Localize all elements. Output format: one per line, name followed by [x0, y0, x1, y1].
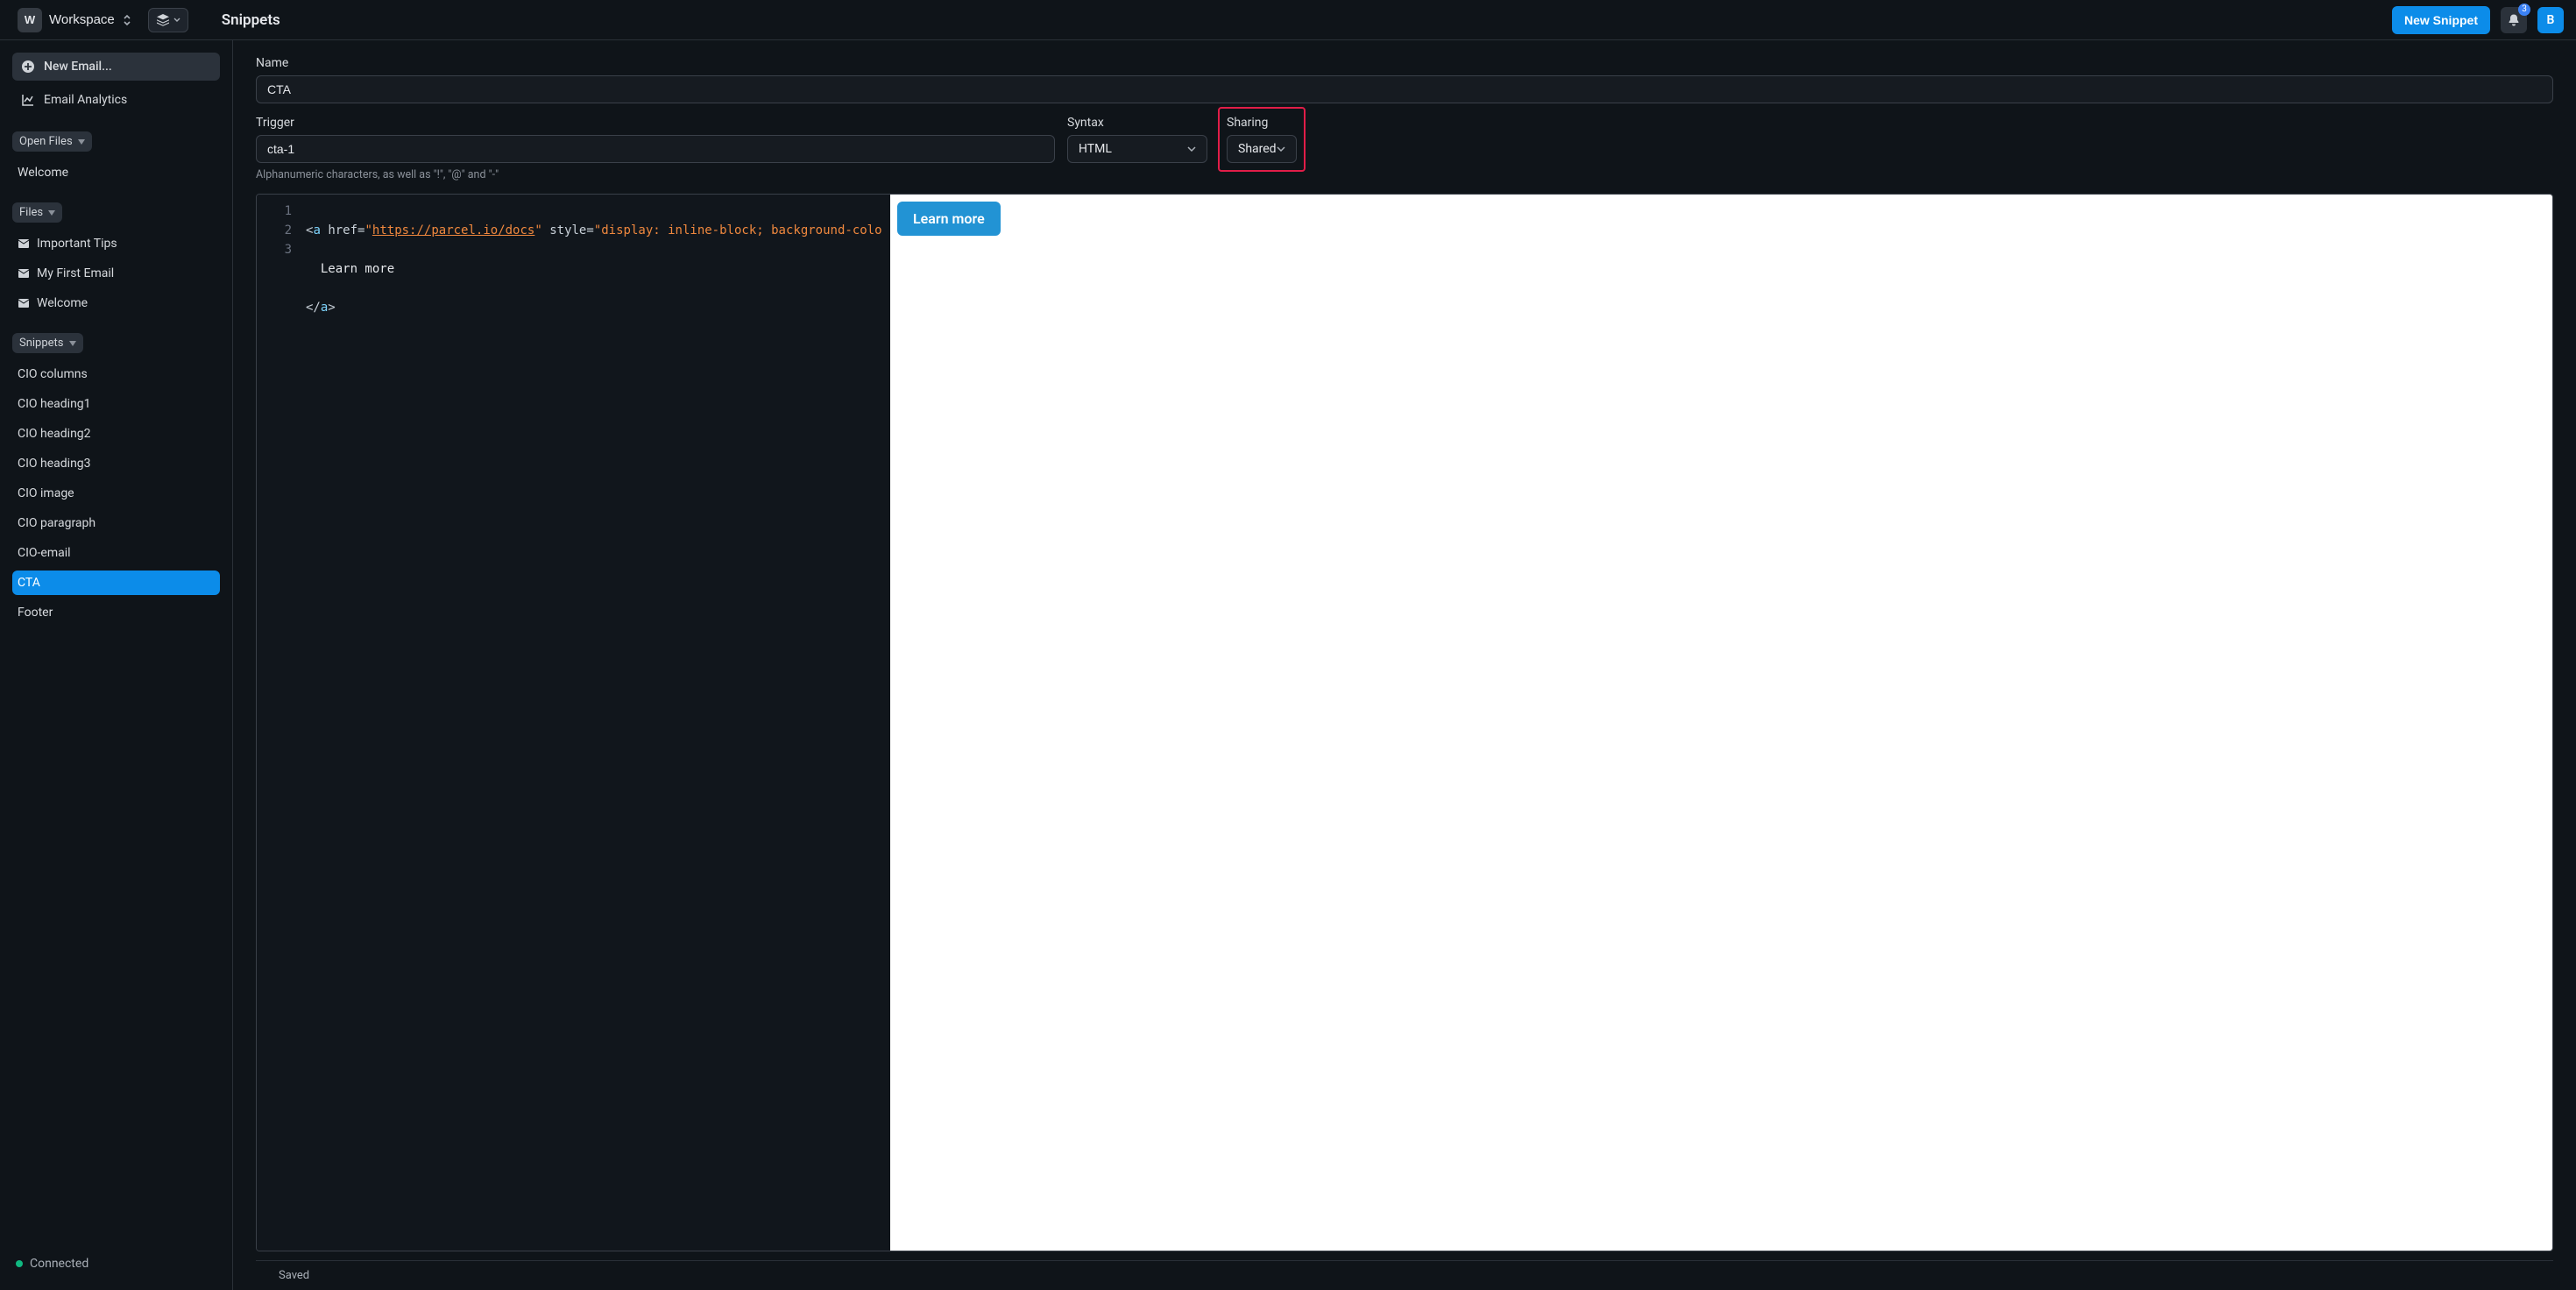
caret-down-icon: [48, 210, 55, 216]
layers-icon: [156, 14, 170, 26]
file-label: Important Tips: [37, 237, 117, 251]
open-file-label: Welcome: [18, 166, 68, 180]
snippet-label: CIO heading1: [18, 397, 91, 411]
new-email-label: New Email...: [44, 60, 112, 74]
workarea: 1 2 3 <a href="https://parcel.io/docs" s…: [256, 194, 2553, 1251]
workspace-badge: W: [18, 8, 42, 32]
sidebar-snippet[interactable]: CIO columns: [12, 362, 220, 386]
open-files-label: Open Files: [19, 135, 73, 148]
email-analytics-link[interactable]: Email Analytics: [12, 86, 220, 114]
connection-status: Connected: [12, 1250, 220, 1278]
file-label: My First Email: [37, 266, 114, 280]
trigger-input[interactable]: [256, 135, 1055, 163]
syntax-value: HTML: [1079, 142, 1112, 156]
sharing-highlight: Sharing Shared: [1218, 107, 1306, 172]
content: Name Trigger Alphanumeric characters, as…: [233, 40, 2576, 1290]
sidebar-snippet[interactable]: CIO paragraph: [12, 511, 220, 535]
chevron-down-icon: [1277, 146, 1285, 152]
sharing-select[interactable]: Shared: [1227, 135, 1297, 163]
code-content: <a href="https://parcel.io/docs" style="…: [306, 195, 889, 1251]
sharing-value: Shared: [1238, 142, 1277, 156]
snippets-section-header[interactable]: Snippets: [12, 333, 83, 353]
sidebar-snippet[interactable]: CIO heading3: [12, 451, 220, 476]
code-editor[interactable]: 1 2 3 <a href="https://parcel.io/docs" s…: [257, 195, 890, 1251]
file-label: Welcome: [37, 296, 88, 310]
preview-cta-button[interactable]: Learn more: [897, 202, 1001, 236]
snippet-label: CIO heading3: [18, 457, 91, 471]
snippet-label: CIO paragraph: [18, 516, 96, 530]
envelope-icon: [18, 267, 30, 280]
chart-icon: [21, 93, 35, 107]
line-number: 1: [264, 202, 292, 221]
bell-icon: [2507, 13, 2521, 27]
sidebar-snippet[interactable]: Footer: [12, 600, 220, 625]
sharing-field-label: Sharing: [1227, 116, 1297, 130]
snippet-label: CTA: [18, 576, 40, 590]
snippet-label: CIO heading2: [18, 427, 91, 441]
layers-button[interactable]: [148, 8, 188, 32]
files-section-header[interactable]: Files: [12, 202, 62, 223]
footer-status-bar: Saved: [256, 1260, 2553, 1290]
sidebar-open-file[interactable]: Welcome: [12, 160, 220, 185]
name-input[interactable]: [256, 75, 2553, 103]
new-snippet-button[interactable]: New Snippet: [2392, 6, 2490, 34]
sidebar-snippet[interactable]: CIO heading1: [12, 392, 220, 416]
save-status: Saved: [279, 1269, 309, 1282]
caret-down-icon: [78, 139, 85, 145]
snippet-label: CIO image: [18, 486, 74, 500]
topbar: W Workspace Snippets New Snippet 3 B: [0, 0, 2576, 40]
caret-down-icon: [69, 341, 76, 346]
workspace-name: Workspace: [49, 12, 115, 27]
files-label: Files: [19, 206, 43, 219]
notification-count-badge: 3: [2518, 4, 2530, 16]
sidebar-snippet[interactable]: CIO image: [12, 481, 220, 506]
sidebar-snippet-active[interactable]: CTA: [12, 571, 220, 595]
sidebar: New Email... Email Analytics Open Files …: [0, 40, 233, 1290]
line-number-gutter: 1 2 3: [257, 195, 306, 1251]
name-field-label: Name: [256, 56, 2553, 70]
sidebar-file[interactable]: Important Tips: [12, 231, 220, 256]
trigger-hint: Alphanumeric characters, as well as "!",…: [256, 168, 1055, 181]
new-email-button[interactable]: New Email...: [12, 53, 220, 81]
workspace-switcher[interactable]: W Workspace: [12, 4, 138, 36]
open-files-section-header[interactable]: Open Files: [12, 131, 92, 152]
preview-pane: Learn more: [890, 195, 2552, 1251]
notifications-button[interactable]: 3: [2501, 7, 2527, 33]
trigger-field-label: Trigger: [256, 116, 1055, 130]
snippet-label: Footer: [18, 606, 53, 620]
status-dot-icon: [16, 1260, 23, 1267]
avatar-button[interactable]: B: [2537, 7, 2564, 33]
plus-circle-icon: [21, 60, 35, 74]
chevron-down-icon: [1187, 146, 1196, 152]
chevron-down-icon: [173, 18, 180, 23]
syntax-select[interactable]: HTML: [1067, 135, 1207, 163]
syntax-field-label: Syntax: [1067, 116, 1207, 130]
line-number: 3: [264, 240, 292, 259]
sidebar-snippet[interactable]: CIO heading2: [12, 422, 220, 446]
sidebar-file[interactable]: Welcome: [12, 291, 220, 315]
sidebar-snippet[interactable]: CIO-email: [12, 541, 220, 565]
envelope-icon: [18, 237, 30, 250]
sidebar-file[interactable]: My First Email: [12, 261, 220, 286]
line-number: 2: [264, 221, 292, 240]
chevron-up-down-icon: [122, 14, 132, 26]
snippet-label: CIO columns: [18, 367, 88, 381]
analytics-label: Email Analytics: [44, 93, 127, 107]
status-label: Connected: [30, 1257, 88, 1271]
envelope-icon: [18, 297, 30, 309]
page-title: Snippets: [222, 11, 280, 29]
snippet-label: CIO-email: [18, 546, 71, 560]
snippets-label: Snippets: [19, 337, 64, 350]
